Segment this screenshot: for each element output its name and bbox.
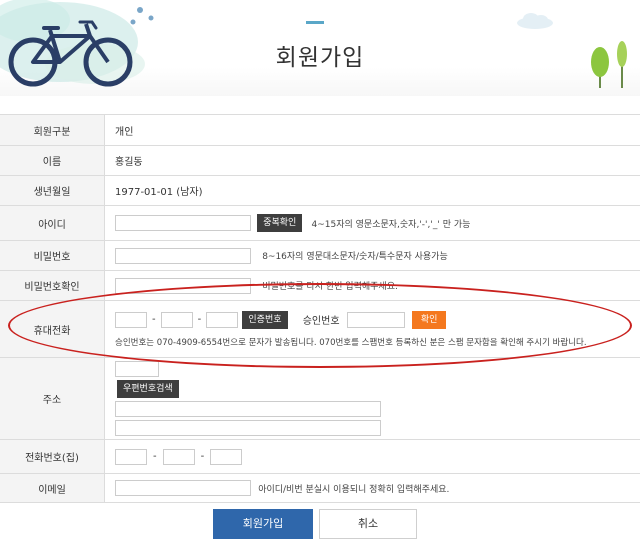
- auth-number-button[interactable]: 인증번호: [242, 310, 288, 329]
- approval-number-input[interactable]: [346, 311, 405, 328]
- address-label: 주소: [0, 357, 105, 440]
- member-type-value: 개인: [115, 126, 134, 138]
- user-id-input[interactable]: [115, 215, 251, 231]
- mobile-input-3[interactable]: [206, 311, 239, 328]
- header-banner: 회원가입: [0, 0, 640, 96]
- row-home-phone: 전화번호(집) - -: [0, 439, 640, 474]
- password-confirm-label: 비밀번호확인: [0, 270, 105, 301]
- row-password-confirm: 비밀번호확인 비밀번호를 다시 한번 입력해주세요.: [0, 270, 640, 301]
- cancel-button[interactable]: 취소: [319, 509, 417, 539]
- member-type-label: 회원구분: [0, 114, 105, 146]
- row-birth: 생년월일 1977-01-01 (남자): [0, 175, 640, 206]
- zipcode-search-button[interactable]: 우편번호검색: [117, 380, 179, 398]
- name-value: 홍길동: [115, 157, 143, 168]
- password-hint: 8~16자의 영문대소문자/숫자/특수문자 사용가능: [262, 252, 448, 262]
- mobile-label: 휴대전화: [0, 300, 105, 358]
- email-input[interactable]: [115, 480, 251, 496]
- approval-number-label: 승인번호: [302, 316, 340, 327]
- home-phone-label: 전화번호(집): [0, 439, 105, 474]
- page-title: 회원가입: [275, 45, 365, 71]
- signup-form-table: 회원구분 개인 이름 홍길동 생년월일 1977-01-01 (남자) 아이디 …: [0, 114, 640, 503]
- approval-notice: 승인번호는 070-4909-6554번으로 문자가 발송됩니다. 070번호를…: [115, 337, 587, 348]
- row-mobile: 휴대전화 - - 인증번호 승인번호 확인 승인번호는 070-4909-6554…: [0, 300, 640, 358]
- signup-submit-button[interactable]: 회원가입: [213, 509, 313, 539]
- home-phone-sep-2: -: [200, 451, 205, 462]
- home-phone-sep-1: -: [153, 451, 157, 462]
- home-phone-input-3[interactable]: [210, 448, 243, 465]
- row-email: 이메일 아이디/비번 분실시 이용되니 정확히 입력해주세요.: [0, 473, 640, 503]
- email-label: 이메일: [0, 473, 105, 503]
- user-id-label: 아이디: [0, 205, 105, 241]
- birth-label: 생년월일: [0, 175, 105, 206]
- cloud-icon: [517, 13, 553, 29]
- user-id-hint: 4~15자의 영문소문자,숫자,'-','_' 만 가능: [311, 219, 471, 230]
- row-password: 비밀번호 8~16자의 영문대소문자/숫자/특수문자 사용가능: [0, 240, 640, 271]
- title-accent-bar: [306, 21, 324, 24]
- email-hint: 아이디/비번 분실시 이용되니 정확히 입력해주세요.: [258, 484, 450, 495]
- zipcode-input[interactable]: [115, 361, 159, 377]
- mobile-sep-1: -: [152, 314, 156, 325]
- mobile-sep-2: -: [197, 314, 202, 325]
- row-user-id: 아이디 중복확인 4~15자의 영문소문자,숫자,'-','_' 만 가능: [0, 205, 640, 241]
- row-name: 이름 홍길동: [0, 145, 640, 176]
- password-confirm-input[interactable]: [115, 277, 251, 294]
- name-label: 이름: [0, 145, 105, 176]
- address-input-1[interactable]: [115, 401, 381, 417]
- birth-value: 1977-01-01 (남자): [115, 187, 203, 198]
- duplicate-check-button[interactable]: 중복확인: [257, 214, 303, 232]
- mobile-input-2[interactable]: [160, 311, 193, 328]
- address-input-2[interactable]: [115, 420, 381, 436]
- row-address: 주소 우편번호검색: [0, 357, 640, 440]
- confirm-button[interactable]: 확인: [411, 310, 447, 329]
- password-confirm-hint: 비밀번호를 다시 한번 입력해주세요.: [262, 282, 398, 292]
- trees-icon: [591, 41, 627, 88]
- home-phone-input-1[interactable]: [115, 448, 147, 465]
- password-input[interactable]: [115, 247, 251, 264]
- password-label: 비밀번호: [0, 240, 105, 271]
- home-phone-input-2[interactable]: [162, 448, 195, 465]
- mobile-input-1[interactable]: [115, 311, 147, 328]
- row-member-type: 회원구분 개인: [0, 114, 640, 146]
